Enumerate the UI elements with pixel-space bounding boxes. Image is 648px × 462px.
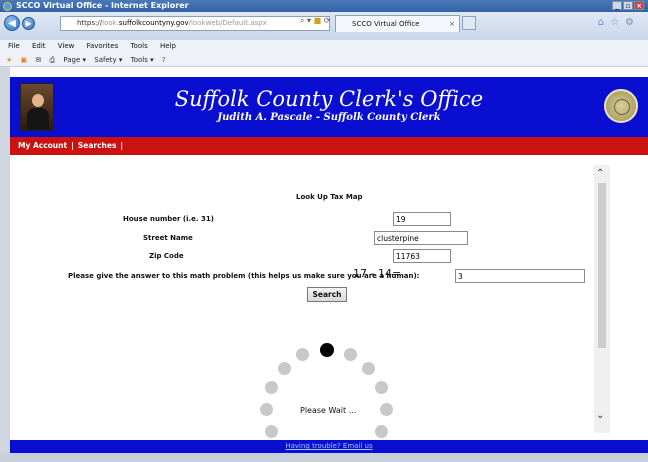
minimize-button[interactable]: _ — [612, 1, 622, 10]
search-button[interactable]: Search — [307, 287, 347, 302]
email-support-link[interactable]: Having trouble? Email us — [285, 442, 372, 450]
math-answer-input[interactable] — [455, 269, 585, 283]
favorites-star-icon[interactable]: ☆ — [610, 17, 625, 28]
menu-bar: File Edit View Favorites Tools Help — [0, 40, 648, 53]
menu-edit[interactable]: Edit — [32, 42, 46, 50]
page-top-margin — [10, 67, 648, 77]
nav-separator: | — [71, 141, 74, 150]
nav-separator: | — [120, 141, 124, 150]
page-scrollbar[interactable]: ⌃ ⌄ — [594, 165, 610, 433]
settings-gear-icon[interactable]: ⚙ — [625, 17, 640, 28]
menu-favorites[interactable]: Favorites — [87, 42, 119, 50]
zip-code-input[interactable] — [393, 249, 451, 263]
feeds-icon[interactable]: ▣ — [21, 56, 28, 64]
street-name-input[interactable] — [374, 231, 468, 245]
site-title: Suffolk County Clerk's Office — [174, 87, 484, 111]
nav-my-account[interactable]: My Account — [18, 141, 67, 150]
street-name-label: Street Name — [143, 234, 193, 242]
spinner-dot — [278, 362, 291, 375]
window-controls: _ ▫ × — [612, 1, 644, 10]
print-icon[interactable]: ⎙ — [49, 56, 55, 64]
command-safety[interactable]: Safety ▾ — [94, 56, 122, 64]
url-path: /lookweb/Default.aspx — [188, 19, 267, 27]
favorites-add-icon[interactable]: ★ — [6, 56, 12, 64]
ie-icon — [3, 2, 12, 11]
refresh-icon[interactable]: ⟳ — [324, 16, 331, 25]
maximize-button[interactable]: ▫ — [623, 1, 633, 10]
mail-icon[interactable]: ✉ — [35, 56, 41, 64]
url-faded-start: look. — [102, 19, 119, 27]
menu-help[interactable]: Help — [160, 42, 176, 50]
nav-searches[interactable]: Searches — [78, 141, 117, 150]
page-left-margin — [0, 67, 10, 462]
site-footer: Having trouble? Email us — [10, 440, 648, 453]
scroll-up-icon[interactable]: ⌃ — [596, 168, 604, 179]
please-wait-text: Please Wait ... — [300, 406, 357, 415]
command-tools[interactable]: Tools ▾ — [131, 56, 154, 64]
spinner-dot — [375, 425, 388, 438]
spinner-dot — [265, 381, 278, 394]
spinner-dot — [260, 403, 273, 416]
dropdown-icon[interactable]: ▾ — [307, 16, 311, 25]
url-prefix: https:// — [77, 19, 103, 27]
tab-close-icon[interactable]: × — [449, 16, 455, 32]
scroll-down-icon[interactable]: ⌄ — [596, 410, 604, 421]
window-title-bar: SCCO Virtual Office - Internet Explorer … — [0, 0, 648, 12]
lock-icon[interactable]: ■ — [314, 16, 322, 25]
menu-tools[interactable]: Tools — [130, 42, 147, 50]
status-bar — [0, 453, 648, 462]
close-window-button[interactable]: × — [634, 1, 644, 10]
form-title: Look Up Tax Map — [296, 193, 363, 201]
spinner-dot — [344, 348, 357, 361]
new-tab-button[interactable] — [462, 16, 476, 30]
scrollbar-thumb[interactable] — [598, 183, 606, 348]
math-problem-question: 17 - 14= — [353, 267, 402, 280]
house-number-input[interactable] — [393, 212, 451, 226]
forward-button[interactable]: ▶ — [22, 17, 35, 30]
spinner-dot — [375, 381, 388, 394]
house-number-label: House number (i.e. 31) — [123, 215, 214, 223]
command-page[interactable]: Page ▾ — [63, 56, 86, 64]
help-icon[interactable]: ? — [162, 56, 166, 64]
url-host: suffolkcountyny.gov — [118, 19, 189, 27]
menu-view[interactable]: View — [58, 42, 75, 50]
address-actions: ⌕ ▾ ■ ⟳ — [300, 16, 330, 26]
tab-title: SCCO Virtual Office — [352, 20, 420, 28]
site-subtitle: Judith A. Pascale - Suffolk County Clerk — [217, 112, 441, 123]
site-nav-bar: My Account | Searches | — [10, 137, 648, 155]
address-row: ◀ ▶ https://look.suffolkcountyny.gov/loo… — [0, 12, 648, 40]
home-icon[interactable]: ⌂ — [598, 17, 610, 28]
address-bar[interactable]: https://look.suffolkcountyny.gov/lookweb… — [60, 16, 330, 31]
browser-right-icons: ⌂☆⚙ — [598, 17, 640, 28]
spinner-dot-active — [320, 343, 334, 357]
back-button[interactable]: ◀ — [4, 15, 20, 31]
browser-tab[interactable]: SCCO Virtual Office × — [335, 15, 460, 32]
spinner-dot — [296, 348, 309, 361]
search-icon[interactable]: ⌕ — [300, 16, 304, 25]
spinner-dot — [265, 425, 278, 438]
menu-file[interactable]: File — [8, 42, 20, 50]
window-title: SCCO Virtual Office - Internet Explorer — [16, 1, 189, 10]
command-bar: ★ ▣ ✉ ⎙ Page ▾ Safety ▾ Tools ▾ ? — [0, 53, 648, 67]
zip-code-label: Zip Code — [149, 252, 184, 260]
spinner-dot — [362, 362, 375, 375]
spinner-dot — [380, 403, 393, 416]
county-seal-logo — [604, 89, 638, 123]
